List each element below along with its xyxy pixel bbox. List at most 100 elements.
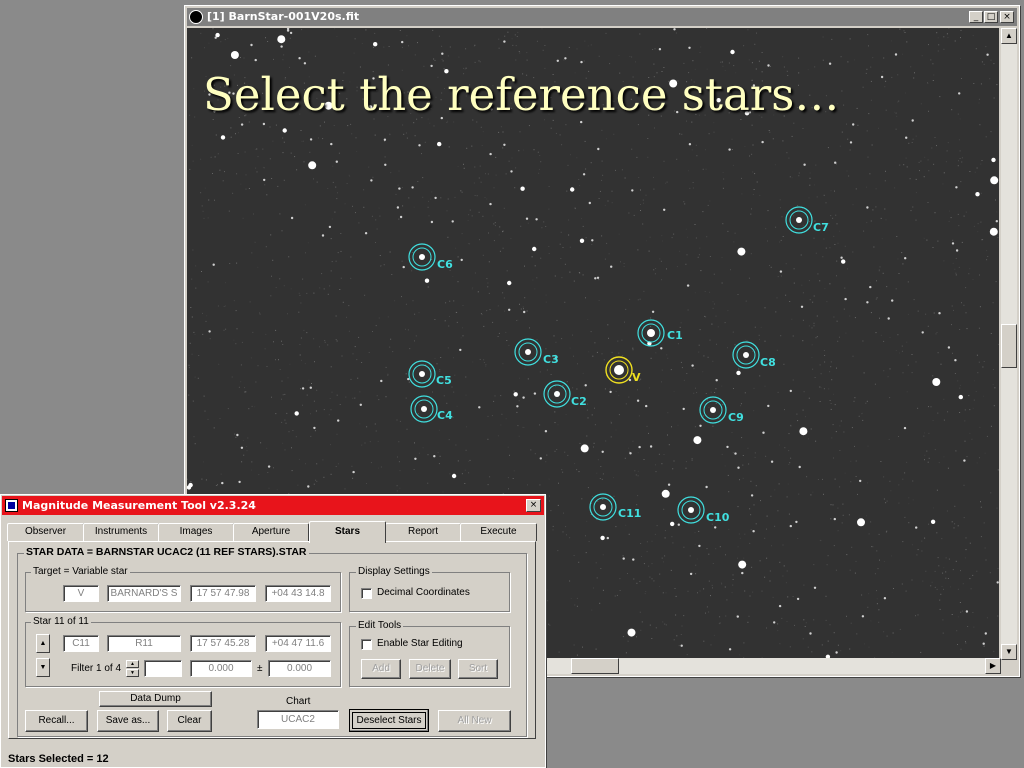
sky-noise xyxy=(509,454,510,456)
star-label-c9: C9 xyxy=(728,411,744,424)
target-name-field[interactable]: BARNARD'S S xyxy=(107,585,181,602)
filter-field[interactable] xyxy=(144,660,182,677)
tab-stars[interactable]: Stars xyxy=(309,521,386,543)
vertical-scrollbar[interactable]: ▲ ▼ xyxy=(1001,28,1017,660)
sky-noise xyxy=(969,409,971,411)
sky-noise xyxy=(191,144,193,146)
sky-noise xyxy=(207,418,209,420)
sky-noise xyxy=(687,309,689,311)
background-star xyxy=(629,452,632,455)
sky-noise xyxy=(563,512,564,514)
sky-noise xyxy=(246,450,248,452)
horizontal-scroll-thumb[interactable] xyxy=(571,658,619,674)
target-ra-field[interactable]: 17 57 47.98 xyxy=(190,585,256,602)
sort-stars-button[interactable]: Sort xyxy=(458,659,498,679)
clear-button[interactable]: Clear xyxy=(167,710,212,732)
minimize-button[interactable]: _ xyxy=(969,11,983,23)
sky-noise xyxy=(299,344,301,345)
all-new-button[interactable]: All New xyxy=(438,710,511,732)
sky-noise xyxy=(951,109,953,111)
tab-observer[interactable]: Observer xyxy=(7,523,84,541)
tab-images[interactable]: Images xyxy=(158,523,234,541)
scroll-up-icon[interactable]: ▲ xyxy=(1001,28,1017,44)
background-star xyxy=(294,411,299,416)
sky-noise xyxy=(487,438,489,440)
sky-noise xyxy=(264,348,266,350)
star-ra-field[interactable]: 17 57 45.28 xyxy=(190,635,256,652)
filter-spin-down-icon[interactable]: ▼ xyxy=(126,669,139,677)
sky-noise xyxy=(396,490,398,492)
sky-noise xyxy=(281,398,282,400)
tab-report[interactable]: Report xyxy=(385,523,461,541)
recall-button[interactable]: Recall... xyxy=(25,710,88,732)
star-down-arrow-icon[interactable]: ▼ xyxy=(36,658,50,677)
background-star xyxy=(606,536,609,540)
background-star xyxy=(359,403,362,406)
sky-noise xyxy=(594,407,595,409)
sky-noise xyxy=(829,283,831,285)
sky-noise xyxy=(972,279,974,280)
add-star-button[interactable]: Add xyxy=(361,659,401,679)
sky-noise xyxy=(834,190,835,192)
sky-noise xyxy=(224,39,226,41)
background-star xyxy=(750,494,754,497)
sky-noise xyxy=(505,331,507,333)
sky-noise xyxy=(969,432,971,434)
sky-noise xyxy=(409,258,411,260)
tab-aperture[interactable]: Aperture xyxy=(233,523,309,541)
tab-instruments[interactable]: Instruments xyxy=(83,523,159,541)
star-name-field[interactable]: R11 xyxy=(107,635,181,652)
decimal-coordinates-checkbox[interactable] xyxy=(361,588,372,599)
sky-noise xyxy=(759,194,761,196)
sky-noise xyxy=(895,128,897,130)
sky-noise xyxy=(928,44,929,46)
sky-noise xyxy=(585,297,586,299)
tool-window-titlebar[interactable]: Magnitude Measurement Tool v2.3.24 × xyxy=(2,496,544,515)
horizontal-scrollbar[interactable]: ▶ xyxy=(545,658,1001,674)
sky-noise xyxy=(193,88,195,90)
save-as-button[interactable]: Save as... xyxy=(97,710,159,732)
star-dec-field[interactable]: +04 47 11.6 xyxy=(265,635,331,652)
delete-star-button[interactable]: Delete xyxy=(409,659,451,679)
background-star xyxy=(667,483,671,486)
scroll-down-icon[interactable]: ▼ xyxy=(1001,644,1017,660)
sky-noise xyxy=(894,111,896,113)
sky-noise xyxy=(996,84,998,86)
image-window-titlebar[interactable]: [1] BarnStar-001V20s.fit _ □ × xyxy=(187,8,1017,26)
data-dump-button[interactable]: Data Dump xyxy=(99,691,212,707)
sky-noise xyxy=(791,177,793,179)
maximize-button[interactable]: □ xyxy=(984,11,998,23)
star-up-arrow-icon[interactable]: ▲ xyxy=(36,634,50,653)
background-star xyxy=(282,128,287,133)
sky-noise xyxy=(945,571,947,573)
sky-noise xyxy=(446,402,448,404)
sky-noise xyxy=(998,343,999,345)
sky-noise xyxy=(964,420,966,422)
close-button[interactable]: × xyxy=(526,499,541,512)
close-button[interactable]: × xyxy=(1000,11,1014,23)
sky-noise xyxy=(203,217,205,219)
chart-field[interactable]: UCAC2 xyxy=(257,710,339,729)
sky-noise xyxy=(947,578,949,579)
magnitude-error-field[interactable]: 0.000 xyxy=(268,660,331,677)
sky-noise xyxy=(708,133,710,135)
magnitude-field[interactable]: 0.000 xyxy=(190,660,252,677)
sky-noise xyxy=(200,158,202,160)
tab-execute[interactable]: Execute xyxy=(460,523,537,541)
target-dec-field[interactable]: +04 43 14.8 xyxy=(265,585,331,602)
enable-star-editing-checkbox[interactable] xyxy=(361,639,372,650)
vertical-scroll-thumb[interactable] xyxy=(1001,324,1017,368)
sky-noise xyxy=(584,40,586,42)
target-id-field[interactable]: V xyxy=(63,585,99,602)
scroll-right-icon[interactable]: ▶ xyxy=(985,658,1001,674)
sky-noise xyxy=(561,277,563,279)
sky-noise xyxy=(423,65,425,67)
background-star xyxy=(289,31,293,35)
sky-noise xyxy=(764,537,766,539)
sky-noise xyxy=(750,480,752,482)
sky-noise xyxy=(210,156,212,158)
filter-spin-up-icon[interactable]: ▲ xyxy=(126,660,139,668)
display-settings-label: Display Settings xyxy=(356,566,432,577)
deselect-stars-button[interactable]: Deselect Stars xyxy=(349,709,429,732)
star-id-field[interactable]: C11 xyxy=(63,635,99,652)
